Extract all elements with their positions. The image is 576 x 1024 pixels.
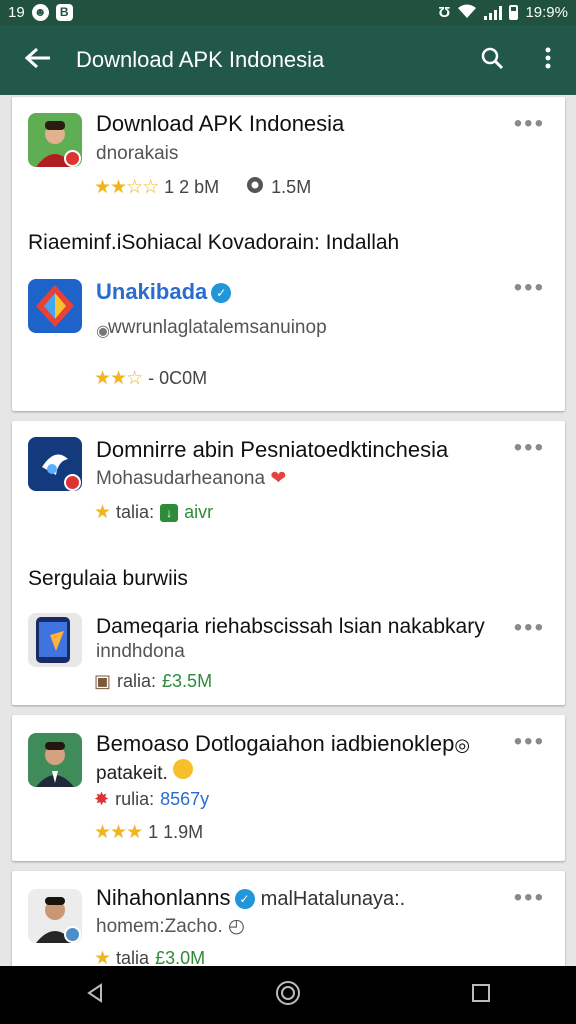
home-nav-icon[interactable] (275, 980, 301, 1011)
verified-check-icon: ◉ (96, 323, 110, 340)
refresh-icon: ◎ (454, 735, 471, 755)
star-icon: ★ (94, 948, 111, 966)
star-icon: ★ (94, 502, 111, 523)
list-item[interactable]: Dameqaria riehabscissah lsian nakabkary … (12, 607, 565, 703)
signal-icon (484, 5, 503, 20)
more-options-icon[interactable]: ••• (514, 730, 545, 754)
download-icon: ↓ (160, 503, 179, 522)
list-item[interactable]: Nihahonlanns ✓ malHatalunaya:. homem:Zach… (12, 871, 565, 966)
more-options-icon[interactable]: ••• (514, 616, 545, 640)
section-title: Sergulaia burwiis (28, 567, 188, 590)
status-badge (64, 926, 81, 943)
wifi-icon (457, 3, 477, 23)
vpn-icon: Ʊ (438, 4, 451, 21)
status-badge (64, 150, 81, 167)
more-options-icon[interactable]: ••• (514, 886, 545, 910)
star-rating-icon: ★★★ (94, 822, 143, 843)
verified-icon: ✓ (234, 889, 255, 910)
item-subtitle: inndhdona (96, 641, 185, 662)
item-title: Bemoaso Dotlogaiahon iadbienoklep (96, 731, 455, 756)
app-notification-icon: B (55, 4, 73, 21)
feed-card: Download APK Indonesia dnorakais ★★☆☆ 1 … (12, 97, 565, 411)
feed-card: Nihahonlanns ✓ malHatalunaya:. homem:Zach… (12, 871, 565, 966)
item-title: Nihahonlanns (96, 885, 231, 910)
item-title: Download APK Indonesia (96, 111, 345, 136)
more-options-icon[interactable]: ••• (514, 112, 545, 136)
section-title: Riaeminf.iSohiacal Kovadorain: Indallah (28, 231, 400, 254)
list-item[interactable]: Bemoaso Dotlogaiahon iadbienoklep◎ patak… (12, 715, 565, 861)
app-bar: Download APK Indonesia (0, 25, 576, 95)
meta-value: £3.5M (162, 671, 213, 691)
comment-icon (245, 175, 265, 200)
item-subtitle: dnorakais (96, 143, 179, 164)
rating-count: 1 1.9M (148, 822, 204, 842)
rating-count: 1 2 bM (164, 177, 220, 197)
smiley-icon (173, 759, 194, 779)
more-options-icon[interactable]: ••• (514, 436, 545, 460)
meta-value: £3.0M (155, 948, 206, 966)
status-time-left: 19 (8, 4, 25, 21)
item-subtitle: wwrunlaglatalemsanuinop (108, 317, 327, 338)
app-logo (28, 279, 82, 333)
list-item[interactable]: Unakibada ✓ wwrunlaglatalemsanuinop ◉ ★★☆… (12, 271, 565, 401)
battery-icon (509, 5, 519, 20)
meta-label: talia: (116, 502, 155, 522)
more-options-icon[interactable]: ••• (514, 276, 545, 300)
status-bar: 19 ☻ B Ʊ 19:9% (0, 0, 576, 25)
status-time-right: 19:9% (525, 4, 568, 21)
back-arrow-icon[interactable] (0, 25, 76, 95)
item-subtitle: homem:Zacho. (96, 916, 223, 937)
star-rating-icon: ★★☆☆ (94, 177, 159, 198)
status-badge (64, 474, 81, 491)
recents-nav-icon[interactable] (470, 982, 492, 1009)
back-nav-icon[interactable] (84, 982, 106, 1009)
star-rating-icon: ★★☆ (94, 368, 143, 389)
meta-value: aivr (184, 502, 214, 522)
list-item[interactable]: Download APK Indonesia dnorakais ★★☆☆ 1 … (12, 97, 565, 217)
page-title: Download APK Indonesia (76, 47, 325, 72)
item-title: Dameqaria riehabscissah lsian nakabkary (96, 615, 485, 638)
meta-label: talia (116, 948, 150, 966)
comment-count: 1.5M (271, 177, 312, 197)
item-title: Domnirre abin Pesniatoedktinchesia (96, 437, 449, 462)
rating-count: - 0C0M (148, 368, 208, 388)
avatar (28, 733, 82, 787)
item-title-extra: malHatalunaya:. (260, 888, 406, 910)
overflow-menu-icon[interactable] (520, 47, 576, 74)
list-item[interactable]: Domnirre abin Pesniatoedktinchesia Mohas… (12, 421, 565, 541)
meta-label: rulia: (115, 789, 155, 809)
image-icon: ▣ (94, 671, 112, 691)
app-logo (28, 613, 82, 667)
notification-icon: ☻ (31, 4, 49, 21)
feed-list[interactable]: Download APK Indonesia dnorakais ★★☆☆ 1 … (0, 95, 576, 966)
search-icon[interactable] (464, 46, 520, 75)
item-subtitle: Mohasudarheanona (96, 468, 266, 489)
meta-label: ralia: (117, 671, 157, 691)
system-nav-bar (0, 966, 576, 1024)
clock-icon: ◴ (228, 916, 245, 937)
heart-icon: ❤ (270, 468, 287, 489)
verified-icon: ✓ (211, 283, 232, 304)
meta-value: 8567y (160, 789, 210, 809)
item-title: Unakibada (96, 279, 208, 304)
feed-card: Bemoaso Dotlogaiahon iadbienoklep◎ patak… (12, 715, 565, 861)
maple-icon: ✸ (94, 789, 110, 809)
item-subtitle: patakeit. (96, 763, 168, 784)
